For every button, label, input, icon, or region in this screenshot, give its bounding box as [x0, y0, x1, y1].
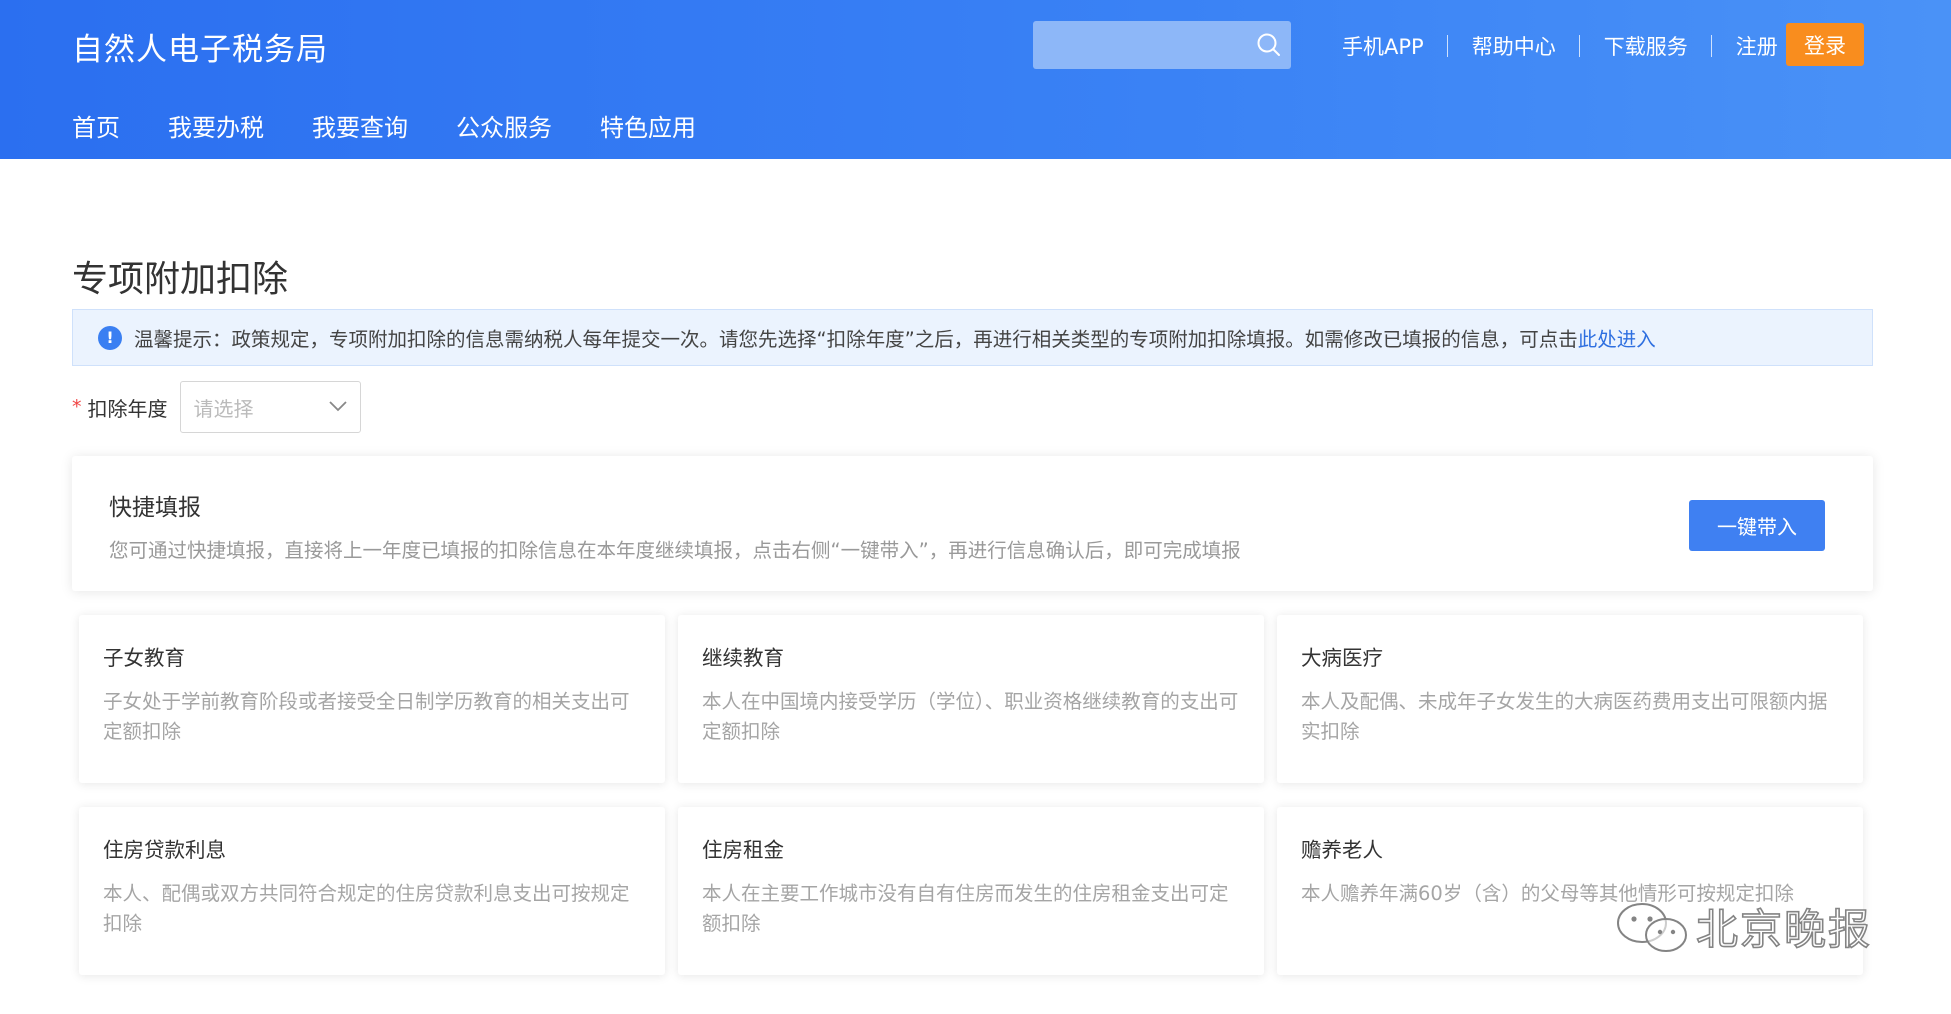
watermark-text: 北京晚报: [1695, 904, 1873, 955]
deduction-year-label: 扣除年度: [87, 396, 168, 421]
search-input[interactable]: [1033, 21, 1291, 69]
nav-item-home[interactable]: 首页: [72, 108, 120, 143]
deduction-grid: 子女教育 子女处于学前教育阶段或者接受全日制学历教育的相关支出可定额扣除 继续教…: [79, 615, 1863, 975]
required-mark: *: [72, 396, 82, 418]
quick-fill-title: 快捷填报: [109, 495, 201, 521]
deduction-card-desc: 本人在中国境内接受学历（学位）、职业资格继续教育的支出可定额扣除: [702, 690, 1239, 743]
notice-text: 温馨提示：政策规定，专项附加扣除的信息需纳税人每年提交一次。请您先选择“扣除年度…: [134, 323, 1656, 352]
notice-link[interactable]: 此处进入: [1578, 328, 1656, 351]
deduction-card-desc: 本人、配偶或双方共同符合规定的住房贷款利息支出可按规定扣除: [103, 882, 630, 935]
top-links: 手机APP 帮助中心 下载服务 注册: [1318, 29, 1802, 63]
deduction-card-housing-loan-interest[interactable]: 住房贷款利息 本人、配偶或双方共同符合规定的住房贷款利息支出可按规定扣除: [79, 807, 665, 975]
wechat-icon: [1617, 902, 1687, 952]
deduction-card-title: 住房贷款利息: [103, 838, 226, 862]
deduction-year-select[interactable]: 请选择: [179, 381, 361, 433]
deduction-card-desc: 子女处于学前教育阶段或者接受全日制学历教育的相关支出可定额扣除: [103, 690, 630, 743]
deduction-card-continuing-education[interactable]: 继续教育 本人在中国境内接受学历（学位）、职业资格继续教育的支出可定额扣除: [678, 615, 1264, 783]
deduction-year-field: * 扣除年度 请选择: [72, 381, 361, 433]
chevron-down-icon: [328, 401, 347, 412]
top-link-mobile-app[interactable]: 手机APP: [1318, 31, 1448, 61]
deduction-card-serious-illness[interactable]: 大病医疗 本人及配偶、未成年子女发生的大病医药费用支出可限额内据实扣除: [1277, 615, 1863, 783]
notice-banner: ! 温馨提示：政策规定，专项附加扣除的信息需纳税人每年提交一次。请您先选择“扣除…: [72, 309, 1873, 366]
year-select-placeholder: 请选择: [193, 396, 254, 421]
site-title[interactable]: 自然人电子税务局: [72, 24, 328, 69]
page-title: 专项附加扣除: [72, 259, 289, 300]
nav-item-tax-handling[interactable]: 我要办税: [168, 108, 264, 143]
deduction-card-child-education[interactable]: 子女教育 子女处于学前教育阶段或者接受全日制学历教育的相关支出可定额扣除: [79, 615, 665, 783]
deduction-card-title: 赡养老人: [1301, 838, 1383, 862]
info-icon: !: [98, 325, 122, 350]
main-nav: 首页 我要办税 我要查询 公众服务 特色应用: [72, 108, 744, 143]
header: 自然人电子税务局 手机APP 帮助中心 下载服务 注册 登录 首页 我要办税 我…: [0, 0, 1951, 159]
deduction-card-title: 住房租金: [702, 838, 784, 862]
notice-message: 温馨提示：政策规定，专项附加扣除的信息需纳税人每年提交一次。请您先选择“扣除年度…: [134, 328, 1578, 351]
nav-item-public-service[interactable]: 公众服务: [456, 108, 552, 143]
deduction-card-desc: 本人在主要工作城市没有自有住房而发生的住房租金支出可定额扣除: [702, 882, 1229, 935]
top-link-download[interactable]: 下载服务: [1580, 31, 1712, 61]
login-button[interactable]: 登录: [1786, 23, 1864, 66]
search-icon[interactable]: [1255, 31, 1283, 59]
quick-fill-card: 快捷填报 您可通过快捷填报，直接将上一年度已填报的扣除信息在本年度继续填报，点击…: [72, 456, 1873, 591]
nav-item-featured-apps[interactable]: 特色应用: [600, 108, 696, 143]
nav-item-query[interactable]: 我要查询: [312, 108, 408, 143]
top-link-help-center[interactable]: 帮助中心: [1448, 31, 1580, 61]
deduction-card-desc: 本人及配偶、未成年子女发生的大病医药费用支出可限额内据实扣除: [1301, 690, 1828, 743]
watermark: 北京晚报: [1610, 896, 1872, 957]
deduction-card-title: 继续教育: [702, 646, 784, 670]
deduction-card-housing-rent[interactable]: 住房租金 本人在主要工作城市没有自有住房而发生的住房租金支出可定额扣除: [678, 807, 1264, 975]
quick-fill-description: 您可通过快捷填报，直接将上一年度已填报的扣除信息在本年度继续填报，点击右侧“一键…: [109, 539, 1241, 562]
deduction-card-title: 大病医疗: [1301, 646, 1383, 670]
deduction-card-title: 子女教育: [103, 646, 185, 670]
one-click-import-button[interactable]: 一键带入: [1689, 500, 1825, 551]
